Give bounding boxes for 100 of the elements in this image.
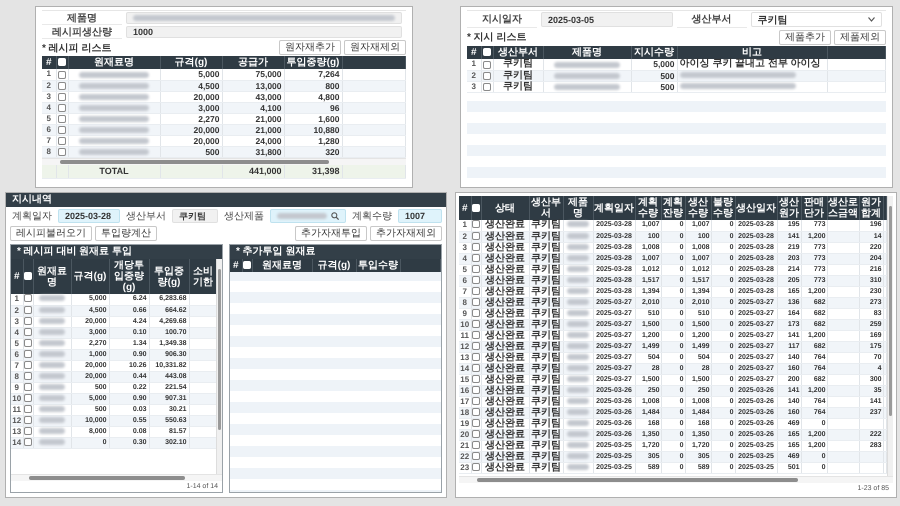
row-number: 12	[11, 415, 23, 426]
blurred-text	[567, 310, 589, 316]
row-number: 12	[459, 341, 471, 352]
toolbar-button[interactable]: 제품제외	[834, 30, 886, 44]
table-cell: 생산완료	[481, 264, 529, 275]
select-field[interactable]: 쿠키팀	[750, 12, 882, 27]
panel-title: 지시내역	[6, 193, 446, 207]
toolbar-button[interactable]: 제품추가	[779, 30, 831, 44]
toolbar-button[interactable]: 추가자재투입	[295, 226, 367, 241]
checkbox[interactable]	[58, 82, 66, 90]
column-header: 개당투입중량(g)	[109, 259, 149, 294]
row-number: 4	[42, 102, 56, 113]
search-field[interactable]	[270, 209, 346, 223]
field-label: 계획수량	[351, 210, 393, 223]
blurred-text	[567, 398, 589, 404]
row-number: 5	[42, 113, 56, 124]
text-field[interactable]: 쿠키팀	[172, 209, 218, 223]
checkbox[interactable]	[58, 148, 66, 156]
row-number: 5	[11, 338, 23, 349]
row-number: 18	[459, 407, 471, 418]
row-number: 6	[459, 275, 471, 286]
row-number: 5	[459, 264, 471, 275]
blurred-text	[567, 376, 589, 382]
column-header: #	[230, 259, 242, 272]
text-field[interactable]: 1007	[398, 209, 442, 223]
row-number: 23	[459, 462, 471, 473]
table-cell: 쿠키팀	[493, 59, 543, 70]
checkbox[interactable]	[58, 115, 66, 124]
row-number: 11	[459, 330, 471, 341]
column-header: 소비기한	[189, 259, 216, 294]
column-header: 원재료명	[68, 56, 160, 69]
table-cell: 쿠키팀	[529, 220, 563, 231]
field-label: 레시피생산량	[42, 25, 122, 39]
blurred-text	[38, 362, 66, 368]
blurred-text	[567, 420, 589, 426]
scrollbar[interactable]	[11, 474, 222, 481]
toolbar-button[interactable]: 원자재추가	[279, 40, 341, 55]
checkbox[interactable]	[472, 220, 480, 228]
search-icon[interactable]	[331, 212, 339, 220]
checkbox[interactable]	[58, 104, 66, 112]
blurred-text	[79, 94, 149, 100]
row-number: 3	[459, 242, 471, 253]
blurred-text	[567, 442, 589, 448]
blurred-text	[567, 276, 589, 283]
text-field[interactable]: 2025-03-28	[58, 209, 120, 223]
column-header: 생산부서	[529, 196, 563, 220]
checkbox[interactable]	[24, 294, 32, 302]
row-number: 13	[11, 426, 23, 437]
toolbar-button[interactable]: 원자재제외	[344, 40, 406, 55]
row-number: 14	[11, 437, 23, 448]
column-header: 제품명	[563, 196, 593, 220]
scrollbar[interactable]	[216, 259, 222, 474]
column-header: 공급가	[222, 56, 284, 69]
toolbar-button[interactable]: 레시피불러오기	[10, 226, 92, 241]
column-header: 규격(g)	[312, 259, 356, 272]
text-field[interactable]: 2025-03-05	[541, 12, 672, 27]
column-header: #	[11, 259, 23, 294]
text-field[interactable]	[126, 12, 402, 24]
table-cell: 생산완료	[481, 396, 529, 407]
checkbox[interactable]	[58, 126, 66, 134]
blurred-text	[554, 73, 620, 80]
column-header: 원재료명	[33, 259, 71, 294]
checkbox[interactable]	[483, 72, 491, 80]
column-header: 생산일자	[735, 196, 777, 220]
blurred-text	[567, 342, 589, 349]
grid-title: * 추가투입 원재료	[230, 245, 441, 259]
row-number: 10	[459, 319, 471, 330]
checkbox[interactable]	[58, 71, 66, 79]
row-number: 2	[42, 80, 56, 91]
checkbox[interactable]	[483, 61, 491, 69]
row-number: 11	[11, 404, 23, 415]
column-header: 규격(g)	[71, 259, 109, 294]
toolbar-button[interactable]: 투입량계산	[95, 226, 157, 241]
checkbox[interactable]	[58, 93, 66, 102]
scrollbar[interactable]	[887, 196, 893, 476]
row-number: 7	[42, 135, 56, 146]
blurred-text	[38, 350, 66, 357]
table-cell: 생산완료	[481, 363, 529, 374]
column-header: 계획일자	[593, 196, 635, 220]
row-number: 8	[11, 371, 23, 382]
table-cell: 생산완료	[481, 429, 529, 440]
blurred-text	[567, 298, 589, 305]
blurred-text	[38, 394, 66, 401]
toolbar-button[interactable]: 추가자재제외	[370, 226, 442, 241]
column-header: 지시수량	[631, 46, 677, 59]
checkbox[interactable]	[58, 137, 66, 146]
scrollbar[interactable]	[459, 476, 893, 483]
blurred-text	[79, 149, 149, 156]
row-number: 1	[42, 69, 56, 80]
blurred-text	[567, 452, 589, 459]
text-field[interactable]: 1000	[126, 26, 402, 38]
total-value: 31,398	[284, 164, 342, 178]
column-header: #	[467, 46, 481, 59]
row-number: 2	[459, 231, 471, 242]
checkbox[interactable]	[483, 83, 491, 92]
field-label: 지시일자	[467, 11, 537, 28]
column-header: 판매단가	[801, 196, 827, 220]
blurred-text	[38, 384, 66, 390]
row-number: 9	[459, 308, 471, 319]
blurred-text	[38, 306, 66, 313]
